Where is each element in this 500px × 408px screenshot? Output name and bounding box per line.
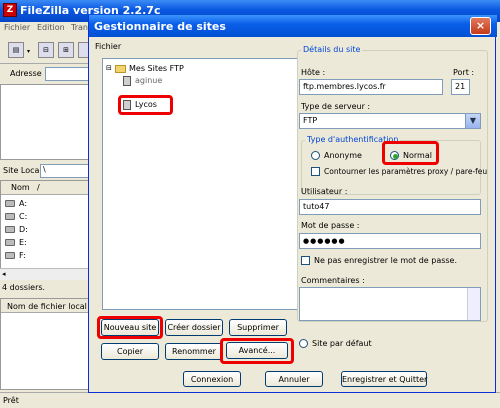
drive-icon	[5, 239, 15, 246]
save-quit-button[interactable]: Enregistrer et Quitter	[341, 371, 427, 387]
radio-selected-dot	[393, 154, 398, 159]
site-tree[interactable]: ⊟ Mes Sites FTP aginue Lycos	[102, 58, 298, 310]
message-log	[0, 84, 92, 160]
copy-button[interactable]: Copier	[101, 343, 159, 360]
directory-count: 4 dossiers.	[2, 283, 46, 292]
filezilla-toolbar: ▤ ▾ ⊟ ⊞	[0, 36, 92, 64]
drive-label: C:	[19, 212, 28, 221]
split-view-icon[interactable]: ⊟	[38, 42, 54, 58]
user-input[interactable]: tuto47	[299, 199, 481, 215]
chevron-down-icon[interactable]: ▼	[465, 114, 480, 128]
drive-label: F:	[19, 251, 26, 260]
menu-edition[interactable]: Edition	[37, 23, 65, 32]
drive-d[interactable]: D:	[5, 224, 85, 236]
comments-textarea[interactable]	[299, 287, 481, 321]
local-list-header: Nom /	[1, 181, 93, 195]
drive-e[interactable]: E:	[5, 237, 85, 249]
password-input[interactable]: ●●●●●●	[299, 233, 481, 249]
radio-anonymous-label: Anonyme	[324, 151, 362, 160]
close-icon[interactable]: ×	[470, 17, 491, 35]
drive-icon	[5, 226, 15, 233]
dialog-title: Gestionnaire de sites	[94, 20, 226, 33]
server-type-value: FTP	[303, 116, 318, 125]
drive-label: E:	[19, 238, 27, 247]
server-icon	[123, 76, 131, 86]
create-folder-button[interactable]: Créer dossier	[165, 319, 223, 336]
menu-transfert[interactable]: Tran	[71, 23, 88, 32]
radio-normal-label: Normal	[403, 151, 432, 160]
column-name[interactable]: Nom	[11, 183, 30, 192]
comments-label: Commentaires :	[301, 276, 365, 285]
local-site-input[interactable]: \	[40, 164, 92, 178]
drive-icon	[5, 252, 15, 259]
password-label: Mot de passe :	[301, 221, 360, 230]
rename-button[interactable]: Renommer	[165, 343, 223, 360]
advanced-button[interactable]: Avancé...	[226, 342, 288, 359]
radio-normal[interactable]	[390, 151, 399, 160]
server-type-label: Type de serveur :	[301, 102, 371, 111]
port-label: Port :	[453, 68, 475, 77]
address-bar: Adresse :	[0, 64, 92, 84]
tree-root-label: Mes Sites FTP	[129, 64, 184, 73]
site-manager-icon[interactable]: ▤	[8, 42, 24, 58]
address-input[interactable]	[45, 67, 92, 81]
drive-a[interactable]: A:	[5, 198, 85, 210]
host-input[interactable]: ftp.membres.lycos.fr	[299, 79, 443, 95]
column-local-filename[interactable]: Nom de fichier local	[7, 302, 87, 311]
local-drive-list: Nom / A: C: D: E: F:	[0, 180, 93, 280]
drive-icon	[5, 200, 15, 207]
local-file-header: Nom de fichier local	[1, 299, 93, 313]
drive-icon	[5, 213, 15, 220]
drive-label: D:	[19, 225, 28, 234]
drive-label: A:	[19, 199, 28, 208]
host-label: Hôte :	[301, 68, 326, 77]
lycos-highlight-annotation	[118, 95, 173, 115]
dialog-titlebar[interactable]: Gestionnaire de sites ×	[89, 15, 497, 37]
connect-button[interactable]: Connexion	[183, 371, 241, 387]
dropdown-arrow-icon[interactable]: ▾	[27, 48, 30, 55]
address-label: Adresse :	[10, 69, 47, 78]
port-input[interactable]: 21	[451, 79, 470, 95]
cancel-button[interactable]: Annuler	[265, 371, 323, 387]
bypass-proxy-label: Contourner les paramètres proxy / pare-f…	[324, 167, 488, 176]
local-file-list: Nom de fichier local	[0, 298, 93, 390]
menu-fichier[interactable]: Fichier	[4, 23, 30, 32]
user-label: Utilisateur :	[301, 187, 348, 196]
default-site-label: Site par défaut	[312, 339, 372, 348]
drive-f[interactable]: F:	[5, 250, 85, 262]
server-type-select[interactable]: FTP ▼	[299, 113, 481, 129]
status-text: Prêt	[3, 396, 19, 405]
column-sort-indicator: /	[37, 183, 40, 192]
bypass-proxy-checkbox[interactable]	[311, 167, 320, 176]
drive-c[interactable]: C:	[5, 211, 85, 223]
comments-scrollbar[interactable]	[467, 288, 480, 320]
split-view-2-icon[interactable]: ⊞	[58, 42, 74, 58]
no-save-password-checkbox[interactable]	[301, 256, 310, 265]
site-manager-dialog: Gestionnaire de sites × Fichier ⊟ Mes Si…	[88, 15, 497, 393]
horizontal-scrollbar[interactable]: ◂	[0, 268, 92, 280]
default-site-radio[interactable]	[299, 339, 308, 348]
delete-button[interactable]: Supprimer	[229, 319, 287, 336]
new-site-button[interactable]: Nouveau site	[101, 319, 159, 336]
radio-anonymous[interactable]	[311, 151, 320, 160]
status-bar: Prêt	[0, 392, 500, 408]
folder-icon	[115, 65, 126, 73]
tree-site-label: aginue	[135, 76, 163, 85]
local-site-bar: Site Local : \	[0, 162, 92, 180]
no-save-password-label: Ne pas enregistrer le mot de passe.	[314, 256, 458, 265]
section-label: Fichier	[95, 42, 122, 51]
site-details-title: Détails du site	[301, 45, 363, 54]
scroll-left-icon[interactable]: ◂	[2, 270, 6, 278]
tree-expand-icon[interactable]: ⊟	[106, 64, 112, 72]
filezilla-app-icon: Z	[3, 3, 17, 17]
